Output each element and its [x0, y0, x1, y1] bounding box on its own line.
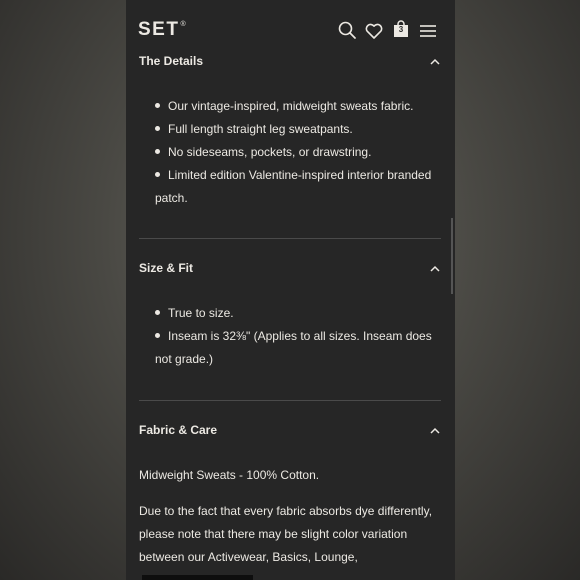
- chevron-up-icon: [430, 427, 440, 434]
- bag-count-badge: 3: [398, 25, 404, 34]
- fabric-composition: Midweight Sweats - 100% Cotton.: [139, 468, 320, 482]
- bag-button[interactable]: 3: [392, 20, 410, 38]
- list-item-text: Inseam is 32⅜" (Applies to all sizes. In…: [155, 329, 432, 366]
- list-item: Our vintage-inspired, midweight sweats f…: [155, 95, 440, 118]
- section-divider: [139, 238, 441, 239]
- bullet-dot: [155, 333, 160, 339]
- scrollbar[interactable]: [451, 218, 453, 294]
- accordion-details[interactable]: The Details: [139, 54, 441, 74]
- list-item-text: Limited edition Valentine-inspired inter…: [155, 168, 432, 205]
- top-nav-bar: SET® 3: [126, 0, 455, 58]
- search-icon[interactable]: [338, 21, 356, 39]
- list-item-text: Our vintage-inspired, midweight sweats f…: [168, 99, 414, 113]
- brand-logo[interactable]: SET®: [138, 19, 187, 41]
- bullet-dot: [155, 172, 160, 178]
- accordion-size-fit[interactable]: Size & Fit: [139, 261, 441, 281]
- list-item: True to size.: [155, 302, 440, 325]
- bullet-dot: [155, 103, 160, 109]
- details-list: Our vintage-inspired, midweight sweats f…: [155, 95, 440, 210]
- section-title: Fabric & Care: [139, 423, 218, 437]
- menu-icon[interactable]: [419, 22, 437, 40]
- section-title: Size & Fit: [139, 261, 194, 275]
- bullet-dot: [155, 310, 160, 316]
- list-item: No sideseams, pockets, or drawstring.: [155, 141, 440, 164]
- list-item-text: Full length straight leg sweatpants.: [168, 122, 353, 136]
- list-item-text: No sideseams, pockets, or drawstring.: [168, 145, 372, 159]
- list-item: Full length straight leg sweatpants.: [155, 118, 440, 141]
- product-details-panel: SET® 3 The Details Our vintage-inspired,…: [126, 0, 455, 580]
- accordion-fabric-care[interactable]: Fabric & Care: [139, 423, 441, 443]
- care-note: Due to the fact that every fabric absorb…: [139, 504, 433, 564]
- chevron-up-icon: [430, 58, 440, 65]
- list-item: Limited edition Valentine-inspired inter…: [155, 164, 440, 210]
- list-item: Inseam is 32⅜" (Applies to all sizes. In…: [155, 325, 440, 371]
- size-fit-list: True to size. Inseam is 32⅜" (Applies to…: [155, 302, 440, 371]
- bottom-image-edge: [142, 575, 253, 580]
- list-item-text: True to size.: [168, 306, 234, 320]
- heart-icon[interactable]: [365, 22, 383, 40]
- bullet-dot: [155, 126, 160, 132]
- registered-mark: ®: [180, 20, 188, 28]
- bullet-dot: [155, 149, 160, 155]
- chevron-up-icon: [430, 265, 440, 272]
- section-title: The Details: [139, 54, 204, 68]
- section-divider: [139, 400, 441, 401]
- logo-text: SET: [138, 19, 180, 40]
